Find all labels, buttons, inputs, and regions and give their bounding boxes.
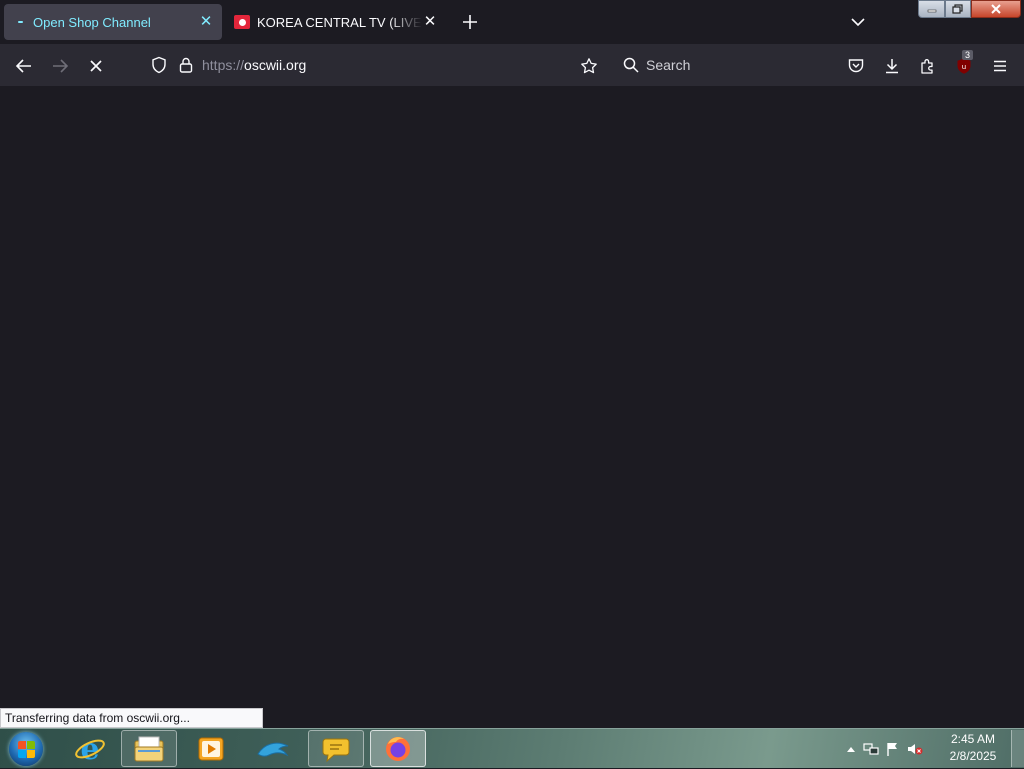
search-input[interactable]: Search bbox=[622, 50, 822, 80]
url-host: oscwii.org bbox=[244, 57, 307, 73]
bookmark-star-icon[interactable] bbox=[575, 52, 603, 80]
extensions-puzzle-icon[interactable] bbox=[914, 52, 942, 80]
chevron-down-icon[interactable] bbox=[846, 10, 870, 34]
show-desktop-button[interactable] bbox=[1011, 730, 1024, 767]
stop-loading-icon[interactable] bbox=[82, 52, 110, 80]
shield-icon[interactable] bbox=[150, 56, 168, 74]
start-button[interactable] bbox=[6, 731, 46, 767]
show-hidden-icons-icon[interactable] bbox=[842, 746, 860, 752]
restore-icon[interactable] bbox=[945, 0, 971, 18]
navigation-toolbar: https://oscwii.org Search u 3 bbox=[0, 44, 1024, 86]
window-controls bbox=[918, 0, 1022, 18]
tab-title: Open Shop Channel bbox=[33, 14, 151, 30]
lock-icon[interactable] bbox=[178, 56, 194, 74]
pocket-icon[interactable] bbox=[842, 52, 870, 80]
close-icon[interactable] bbox=[971, 0, 1021, 18]
hamburger-menu-icon[interactable] bbox=[986, 52, 1014, 80]
svg-text:e: e bbox=[80, 733, 99, 765]
dolphin-emulator-icon[interactable] bbox=[246, 730, 302, 767]
url-text[interactable]: https://oscwii.org bbox=[202, 57, 306, 73]
tab-korea-central-tv[interactable]: KOREA CENTRAL TV (LIVESTREAM) ✕ bbox=[228, 4, 446, 40]
media-player-icon[interactable] bbox=[183, 730, 239, 767]
plus-icon[interactable] bbox=[458, 10, 482, 34]
page-content-area bbox=[0, 86, 1024, 728]
tab-close-icon[interactable]: ✕ bbox=[198, 14, 214, 30]
windows-taskbar: e 2:45 AM 2/8/2025 bbox=[0, 728, 1024, 768]
address-bar[interactable]: https://oscwii.org bbox=[150, 50, 610, 80]
firefox-icon[interactable] bbox=[370, 730, 426, 767]
chat-bubble-icon[interactable] bbox=[308, 730, 364, 767]
internet-explorer-icon[interactable]: e bbox=[62, 730, 118, 767]
minimize-icon[interactable] bbox=[918, 0, 945, 18]
network-icon[interactable] bbox=[860, 741, 882, 757]
downloads-icon[interactable] bbox=[878, 52, 906, 80]
clock-time: 2:45 AM bbox=[950, 732, 996, 746]
tab-open-shop-channel[interactable]: Open Shop Channel ✕ bbox=[4, 4, 222, 40]
korea-flag-favicon-icon bbox=[234, 15, 250, 29]
action-center-flag-icon[interactable] bbox=[882, 741, 904, 757]
extension-badge: 3 bbox=[962, 50, 974, 60]
back-arrow-icon[interactable] bbox=[10, 52, 38, 80]
loading-favicon-icon bbox=[18, 21, 23, 23]
windows-logo-icon bbox=[9, 732, 43, 766]
clock-date: 2/8/2025 bbox=[949, 749, 997, 763]
volume-muted-icon[interactable] bbox=[904, 741, 926, 757]
file-explorer-icon[interactable] bbox=[121, 730, 177, 767]
search-placeholder: Search bbox=[646, 57, 691, 73]
system-tray bbox=[842, 729, 926, 769]
svg-text:u: u bbox=[962, 63, 966, 71]
forward-arrow-icon[interactable] bbox=[46, 52, 74, 80]
tab-strip: Open Shop Channel ✕ KOREA CENTRAL TV (LI… bbox=[0, 0, 1024, 44]
tab-title: KOREA CENTRAL TV (LIVESTREAM) bbox=[257, 14, 422, 30]
search-icon bbox=[622, 56, 640, 74]
tab-close-icon[interactable]: ✕ bbox=[422, 14, 438, 30]
status-panel: Transferring data from oscwii.org... bbox=[0, 708, 263, 728]
url-scheme: https:// bbox=[202, 57, 245, 73]
taskbar-clock[interactable]: 2:45 AM 2/8/2025 bbox=[938, 731, 1008, 767]
